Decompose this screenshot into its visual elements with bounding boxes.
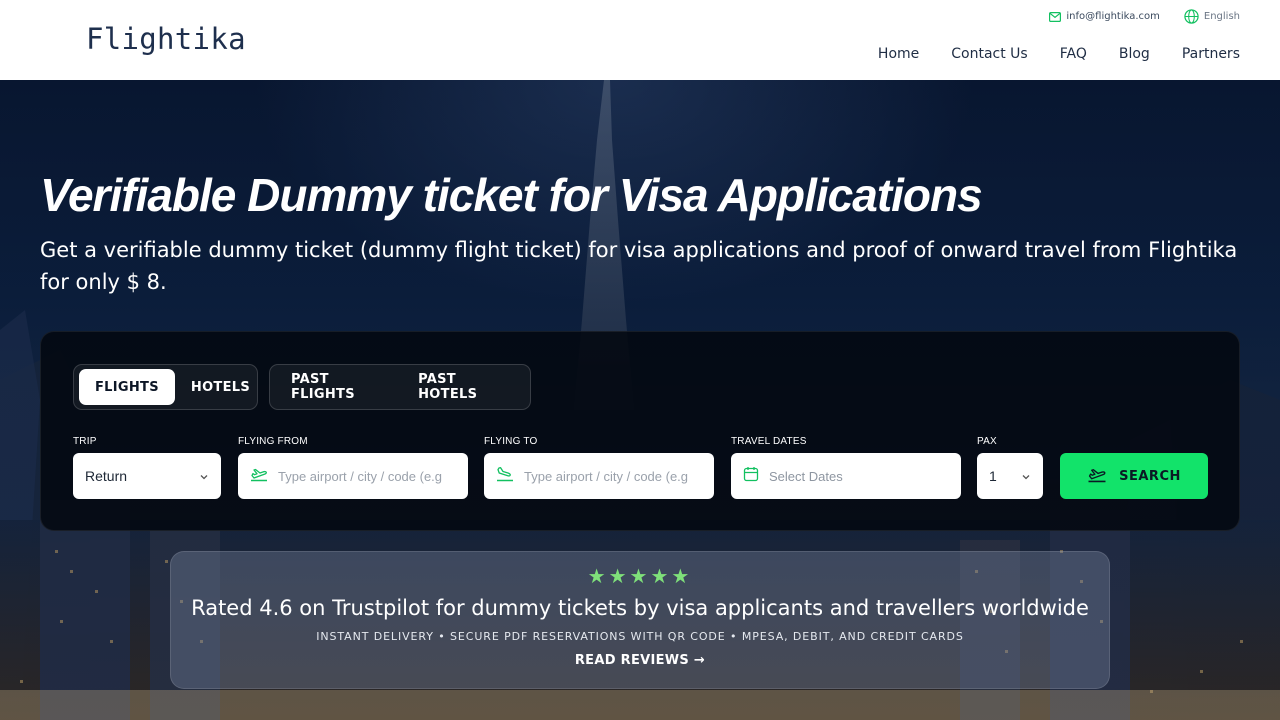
nav-partners[interactable]: Partners	[1182, 46, 1240, 62]
calendar-icon	[743, 466, 759, 486]
tab-past-hotels[interactable]: PAST HOTELS	[402, 369, 525, 405]
hero-subtitle: Get a verifiable dummy ticket (dummy fli…	[40, 238, 1238, 294]
nav-home[interactable]: Home	[878, 46, 919, 62]
site-logo[interactable]: Flightika	[86, 22, 246, 56]
search-panel: FLIGHTS HOTELS PAST FLIGHTS PAST HOTELS …	[40, 331, 1240, 531]
search-button-label: SEARCH	[1119, 468, 1181, 484]
past-booking-tabs: PAST FLIGHTS PAST HOTELS	[269, 364, 531, 410]
tab-past-flights[interactable]: PAST FLIGHTS	[275, 369, 402, 405]
email-link[interactable]: info@flightika.com	[1049, 11, 1160, 22]
search-button[interactable]: SEARCH	[1060, 453, 1208, 499]
site-header: Flightika info@flightika.com English Hom…	[0, 0, 1280, 80]
flying-to-input[interactable]	[524, 468, 702, 484]
email-text: info@flightika.com	[1066, 11, 1160, 22]
from-label: FLYING FROM	[238, 436, 308, 447]
nav-blog[interactable]: Blog	[1119, 46, 1150, 62]
nav-contact-us[interactable]: Contact Us	[951, 46, 1027, 62]
language-selector[interactable]: English	[1184, 9, 1240, 24]
plane-takeoff-icon	[1087, 466, 1107, 487]
hero-title: Verifiable Dummy ticket for Visa Applica…	[40, 169, 983, 221]
hero-section: Verifiable Dummy ticket for Visa Applica…	[0, 80, 1280, 720]
trip-label: TRIP	[73, 436, 97, 447]
travel-dates-placeholder: Select Dates	[769, 468, 843, 484]
globe-icon	[1184, 9, 1199, 24]
flying-from-input[interactable]	[278, 468, 456, 484]
pax-value: 1	[989, 468, 997, 484]
chevron-down-icon	[1021, 467, 1031, 486]
tab-hotels[interactable]: HOTELS	[175, 369, 266, 405]
rating-features: INSTANT DELIVERY • SECURE PDF RESERVATIO…	[316, 630, 964, 643]
trip-value: Return	[85, 468, 128, 484]
rating-title: Rated 4.6 on Trustpilot for dummy ticket…	[191, 596, 1089, 620]
travel-dates-field[interactable]: Select Dates	[731, 453, 961, 499]
flying-to-field[interactable]	[484, 453, 714, 499]
trustpilot-rating-card: ★★★★★ Rated 4.6 on Trustpilot for dummy …	[170, 551, 1110, 689]
flying-from-field[interactable]	[238, 453, 468, 499]
language-label: English	[1203, 11, 1240, 22]
to-label: FLYING TO	[484, 436, 538, 447]
rating-stars: ★★★★★	[587, 564, 693, 588]
mail-icon	[1049, 11, 1062, 22]
nav-faq[interactable]: FAQ	[1060, 46, 1087, 62]
chevron-down-icon	[199, 467, 209, 486]
pax-select[interactable]: 1	[977, 453, 1043, 499]
plane-landing-icon	[496, 466, 514, 486]
main-nav: Home Contact Us FAQ Blog Partners	[878, 46, 1240, 62]
booking-type-tabs: FLIGHTS HOTELS	[73, 364, 258, 410]
read-reviews-link[interactable]: READ REVIEWS →	[171, 653, 1109, 668]
tab-flights[interactable]: FLIGHTS	[79, 369, 175, 405]
pax-label: PAX	[977, 436, 997, 447]
plane-takeoff-icon	[250, 466, 268, 486]
dates-label: TRAVEL DATES	[731, 436, 807, 447]
top-info-bar: info@flightika.com English	[1049, 9, 1240, 24]
trip-select[interactable]: Return	[73, 453, 221, 499]
